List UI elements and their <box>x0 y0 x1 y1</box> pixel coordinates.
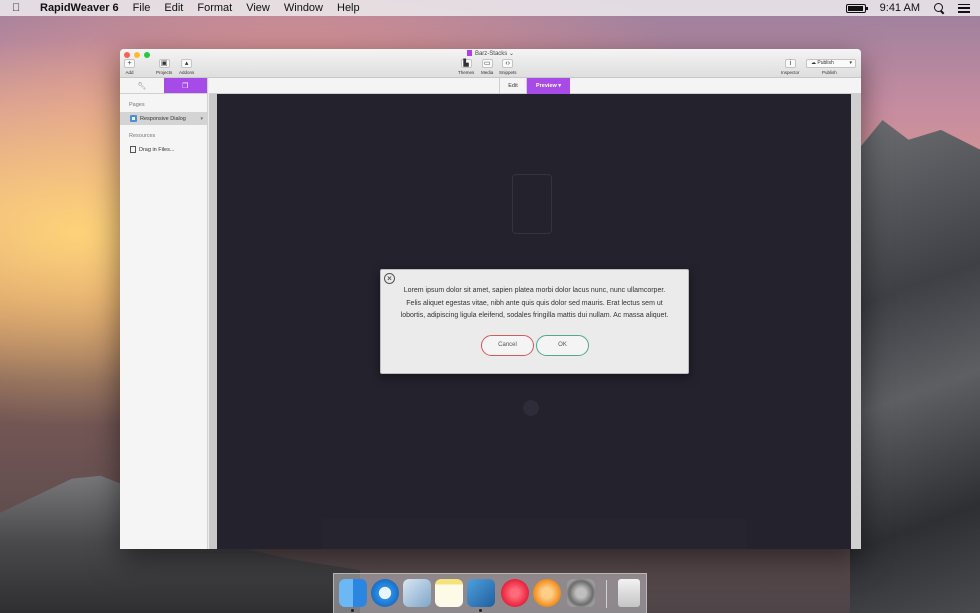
menu-app-name[interactable]: RapidWeaver 6 <box>40 2 119 14</box>
tab-tools[interactable]: 🔧︎ <box>120 78 164 93</box>
media-label: Media <box>481 70 494 75</box>
menu-view[interactable]: View <box>246 2 270 14</box>
apple-menu-icon[interactable]:  <box>12 2 28 14</box>
close-icon[interactable]: × <box>384 273 395 284</box>
sidebar: 🔧︎ ❐ Pages Responsive Dialog ▾ Resources… <box>120 78 208 549</box>
document-icon <box>466 50 472 56</box>
running-indicator <box>351 609 354 612</box>
ok-button[interactable]: OK <box>536 335 589 356</box>
chevron-down-icon[interactable]: ⌄ <box>509 51 514 57</box>
menu-help[interactable]: Help <box>337 2 360 14</box>
page-icon <box>130 115 137 122</box>
responsive-dialog: × Lorem ipsum dolor sit amet, sapien pla… <box>380 269 689 374</box>
spotlight-search-icon[interactable] <box>934 3 944 13</box>
system-preferences-icon[interactable] <box>567 579 595 607</box>
snippets-button[interactable]: ‹› Snippets <box>499 59 517 75</box>
inspector-label: Inspector <box>781 70 800 75</box>
media-icon: ▭ <box>481 59 493 68</box>
tab-preview[interactable]: Preview ▾ <box>527 78 570 94</box>
itunes-icon[interactable] <box>501 579 529 607</box>
themes-icon: ▙ <box>460 59 472 68</box>
sidebar-item-drag-files[interactable]: Drag in Files... <box>120 143 207 156</box>
add-button[interactable]: + Add <box>124 59 135 75</box>
menu-edit[interactable]: Edit <box>164 2 183 14</box>
tab-pages[interactable]: ❐ <box>163 78 207 93</box>
background-ornament <box>523 400 539 416</box>
cancel-button[interactable]: Cancel <box>481 335 534 356</box>
themes-label: Themes <box>458 70 475 75</box>
menu-window[interactable]: Window <box>284 2 323 14</box>
resources-heading: Resources <box>129 133 156 139</box>
themes-button[interactable]: ▙ Themes <box>458 59 474 75</box>
chevron-down-icon[interactable]: ▾ <box>200 116 203 122</box>
running-indicator <box>479 609 482 612</box>
background-footer <box>322 519 746 549</box>
plus-icon: + <box>124 59 135 68</box>
cloud-icon: ☁ <box>811 60 816 66</box>
addons-button[interactable]: ▴ Addons <box>179 59 194 75</box>
dialog-message: Lorem ipsum dolor sit amet, sapien plate… <box>400 287 669 319</box>
projects-button[interactable]: ▣ Projects <box>156 59 172 75</box>
preview-gutter <box>209 94 217 549</box>
publish-button-label: Publish <box>817 60 834 66</box>
projects-icon: ▣ <box>158 59 170 68</box>
trash-icon[interactable] <box>618 579 640 607</box>
menu-file[interactable]: File <box>133 2 151 14</box>
mail-icon[interactable] <box>403 579 431 607</box>
sidebar-item-label: Drag in Files... <box>139 146 175 153</box>
ibooks-icon[interactable] <box>533 579 561 607</box>
wrench-icon: 🔧︎ <box>137 82 147 90</box>
snippets-icon: ‹› <box>502 59 514 68</box>
document-title-text: Barz-Stacks <box>474 51 508 57</box>
notes-icon[interactable] <box>435 579 463 607</box>
pages-heading: Pages <box>129 102 145 108</box>
file-drop-icon <box>130 146 136 153</box>
finder-icon[interactable] <box>339 579 367 607</box>
wallpaper-mountain-right <box>850 120 980 613</box>
sidebar-item-label: Responsive Dialog <box>140 115 186 122</box>
battery-icon[interactable] <box>845 3 868 13</box>
mode-bar: Edit Preview ▾ <box>209 78 861 94</box>
publish-button[interactable]: ☁ Publish ▾ <box>806 59 856 68</box>
tab-edit[interactable]: Edit <box>499 78 527 94</box>
safari-icon[interactable] <box>371 579 399 607</box>
notification-center-icon[interactable] <box>958 3 970 13</box>
menu-clock[interactable]: 9:41 AM <box>880 2 920 14</box>
pages-icon: ❐ <box>182 82 189 90</box>
addons-icon: ▴ <box>181 59 193 68</box>
addons-label: Addons <box>179 70 195 75</box>
sidebar-tabs: 🔧︎ ❐ <box>120 78 207 94</box>
tab-preview-label: Preview <box>535 83 557 89</box>
media-button[interactable]: ▭ Media <box>481 59 493 75</box>
sidebar-item-responsive-dialog[interactable]: Responsive Dialog ▾ <box>120 112 207 125</box>
menu-format[interactable]: Format <box>197 2 232 14</box>
add-label: Add <box>125 70 134 75</box>
xcode-icon[interactable] <box>467 579 495 607</box>
info-icon: i <box>784 59 796 68</box>
dock-separator <box>606 580 607 608</box>
background-logo <box>512 174 552 234</box>
publish-label: Publish <box>822 70 837 75</box>
projects-label: Projects <box>156 70 173 75</box>
snippets-label: Snippets <box>499 70 517 75</box>
chevron-down-icon: ▾ <box>849 60 852 66</box>
chevron-down-icon: ▾ <box>558 83 562 89</box>
window-titlebar: Barz-Stacks ⌄ + Add ▣ Projects ▴ Addons … <box>120 49 861 78</box>
menu-bar:  RapidWeaver 6 File Edit Format View Wi… <box>0 0 980 16</box>
vertical-scrollbar[interactable] <box>851 94 861 549</box>
inspector-button[interactable]: i Inspector <box>781 59 800 75</box>
document-title: Barz-Stacks ⌄ <box>120 50 861 57</box>
dock <box>333 573 647 613</box>
